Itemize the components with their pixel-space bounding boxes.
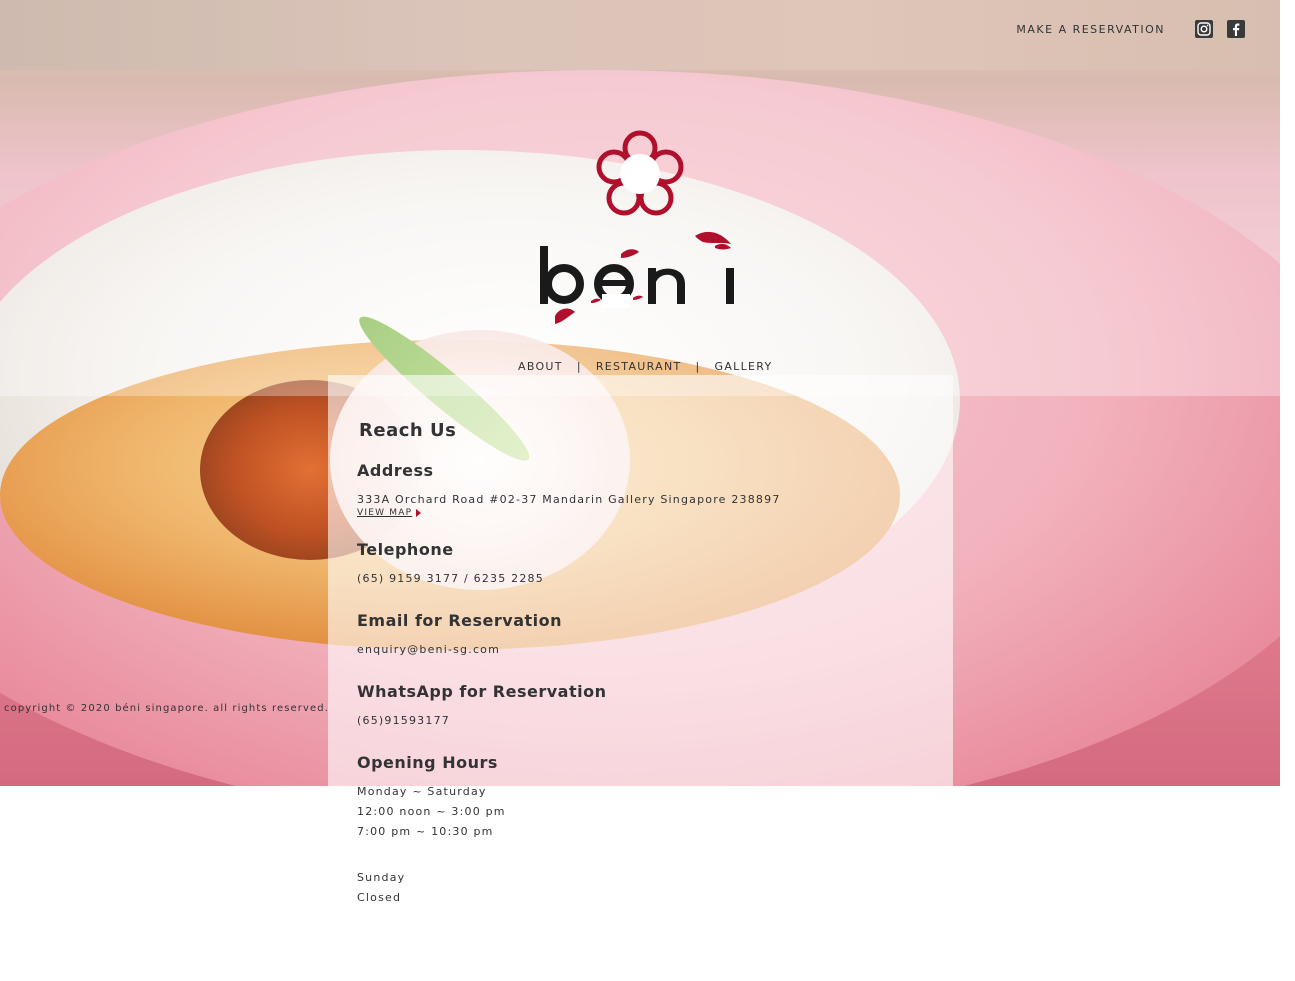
address-value: 333A Orchard Road #02-37 Mandarin Galler… — [357, 493, 781, 506]
hours-weekday-days: Monday ~ Saturday — [357, 785, 487, 798]
address-heading: Address — [357, 461, 434, 480]
beni-logo[interactable] — [535, 118, 745, 333]
view-map-label: VIEW MAP — [357, 508, 413, 518]
copyright-text: copyright © 2020 béni singapore. all rig… — [4, 703, 329, 714]
hours-weekday-lunch: 12:00 noon ~ 3:00 pm — [357, 805, 506, 818]
nav-separator: | — [576, 360, 582, 373]
hours-weekday-dinner: 7:00 pm ~ 10:30 pm — [357, 825, 494, 838]
email-section: Email for Reservation enquiry@beni-sg.co… — [357, 611, 781, 660]
hours-sunday-status: Closed — [357, 891, 402, 904]
nav-restaurant[interactable]: RESTAURANT — [596, 360, 682, 373]
page: MAKE A RESERVATION ABOUT | RESTAURANT | … — [0, 0, 1295, 981]
nav-about[interactable]: ABOUT — [518, 360, 563, 373]
whatsapp-section: WhatsApp for Reservation (65)91593177 — [357, 682, 781, 731]
email-value[interactable]: enquiry@beni-sg.com — [357, 640, 781, 660]
telephone-section: Telephone (65) 9159 3177 / 6235 2285 — [357, 540, 781, 589]
facebook-icon[interactable] — [1227, 20, 1245, 38]
instagram-icon[interactable] — [1195, 20, 1213, 38]
main-nav: ABOUT | RESTAURANT | GALLERY — [518, 360, 773, 373]
hours-sunday-days: Sunday — [357, 871, 406, 884]
opening-hours-section: Opening Hours Monday ~ Saturday 12:00 no… — [357, 753, 781, 908]
email-heading: Email for Reservation — [357, 611, 563, 630]
whatsapp-heading: WhatsApp for Reservation — [357, 682, 607, 701]
nav-gallery[interactable]: GALLERY — [715, 360, 773, 373]
telephone-value[interactable]: (65) 9159 3177 / 6235 2285 — [357, 569, 781, 589]
address-section: Address 333A Orchard Road #02-37 Mandari… — [357, 461, 781, 518]
make-reservation-link[interactable]: MAKE A RESERVATION — [1016, 23, 1165, 36]
whatsapp-value[interactable]: (65)91593177 — [357, 711, 781, 731]
flower-center — [620, 154, 660, 194]
reach-us-title: Reach Us — [359, 420, 457, 441]
telephone-heading: Telephone — [357, 540, 454, 559]
beni-logo-graphic — [540, 130, 734, 324]
hours-spacer — [357, 842, 781, 868]
contact-content: Reach Us Address 333A Orchard Road #02-3… — [357, 420, 781, 930]
nav-separator: | — [695, 360, 701, 373]
arrow-right-icon — [416, 509, 422, 517]
top-bar: MAKE A RESERVATION — [1016, 20, 1245, 38]
opening-hours-heading: Opening Hours — [357, 753, 498, 772]
